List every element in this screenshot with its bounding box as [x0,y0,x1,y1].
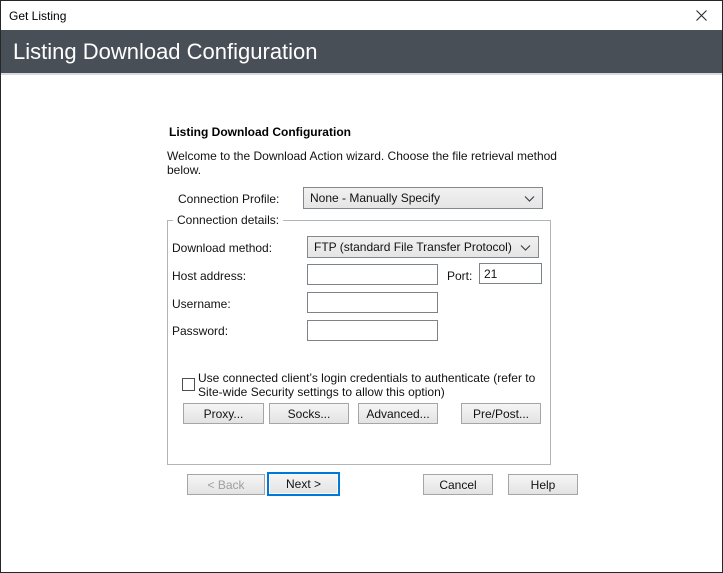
close-icon [695,10,707,21]
page-title: Listing Download Configuration [13,38,318,64]
connection-profile-label: Connection Profile: [178,192,280,206]
download-method-label: Download method: [172,241,273,255]
help-button[interactable]: Help [508,474,578,495]
wizard-intro-line-1: Welcome to the Download Action wizard. C… [167,149,557,163]
port-input[interactable] [479,263,542,284]
banner: Listing Download Configuration [1,30,722,75]
connection-details-group-label: Connection details: [173,213,284,227]
host-address-input[interactable] [307,264,438,285]
password-label: Password: [172,324,229,338]
titlebar: Get Listing [1,1,722,30]
close-button[interactable] [680,1,722,30]
window-title: Get Listing [9,8,67,23]
username-input[interactable] [307,292,438,313]
download-method-select[interactable]: FTP (standard File Transfer Protocol) [307,236,539,258]
cancel-button[interactable]: Cancel [423,474,493,495]
pre-post-button[interactable]: Pre/Post... [461,403,541,424]
chevron-down-icon [524,196,535,202]
wizard-intro: Welcome to the Download Action wizard. C… [167,149,557,177]
host-address-label: Host address: [172,269,247,283]
get-listing-dialog: Get Listing Listing Download Configurati… [0,0,723,573]
next-button[interactable]: Next > [267,472,340,496]
socks-button[interactable]: Socks... [269,403,349,424]
credentials-checkbox-label-line-2: Site-wide Security settings to allow thi… [198,385,445,399]
credentials-checkbox-label-line-1: Use connected client’s login credentials… [198,371,536,385]
port-label: Port: [447,269,473,283]
advanced-button[interactable]: Advanced... [358,403,438,424]
credentials-checkbox[interactable] [182,378,195,391]
credentials-checkbox-label: Use connected client’s login credentials… [198,371,535,399]
back-button: < Back [187,474,265,495]
chevron-down-icon [520,245,531,251]
connection-profile-select[interactable]: None - Manually Specify [303,187,543,209]
username-label: Username: [172,297,231,311]
wizard-heading: Listing Download Configuration [169,125,351,139]
connection-profile-value: None - Manually Specify [310,191,441,205]
download-method-value: FTP (standard File Transfer Protocol) [314,240,512,254]
proxy-button[interactable]: Proxy... [183,403,264,424]
wizard-intro-line-2: below. [167,163,202,177]
password-input[interactable] [307,320,438,341]
